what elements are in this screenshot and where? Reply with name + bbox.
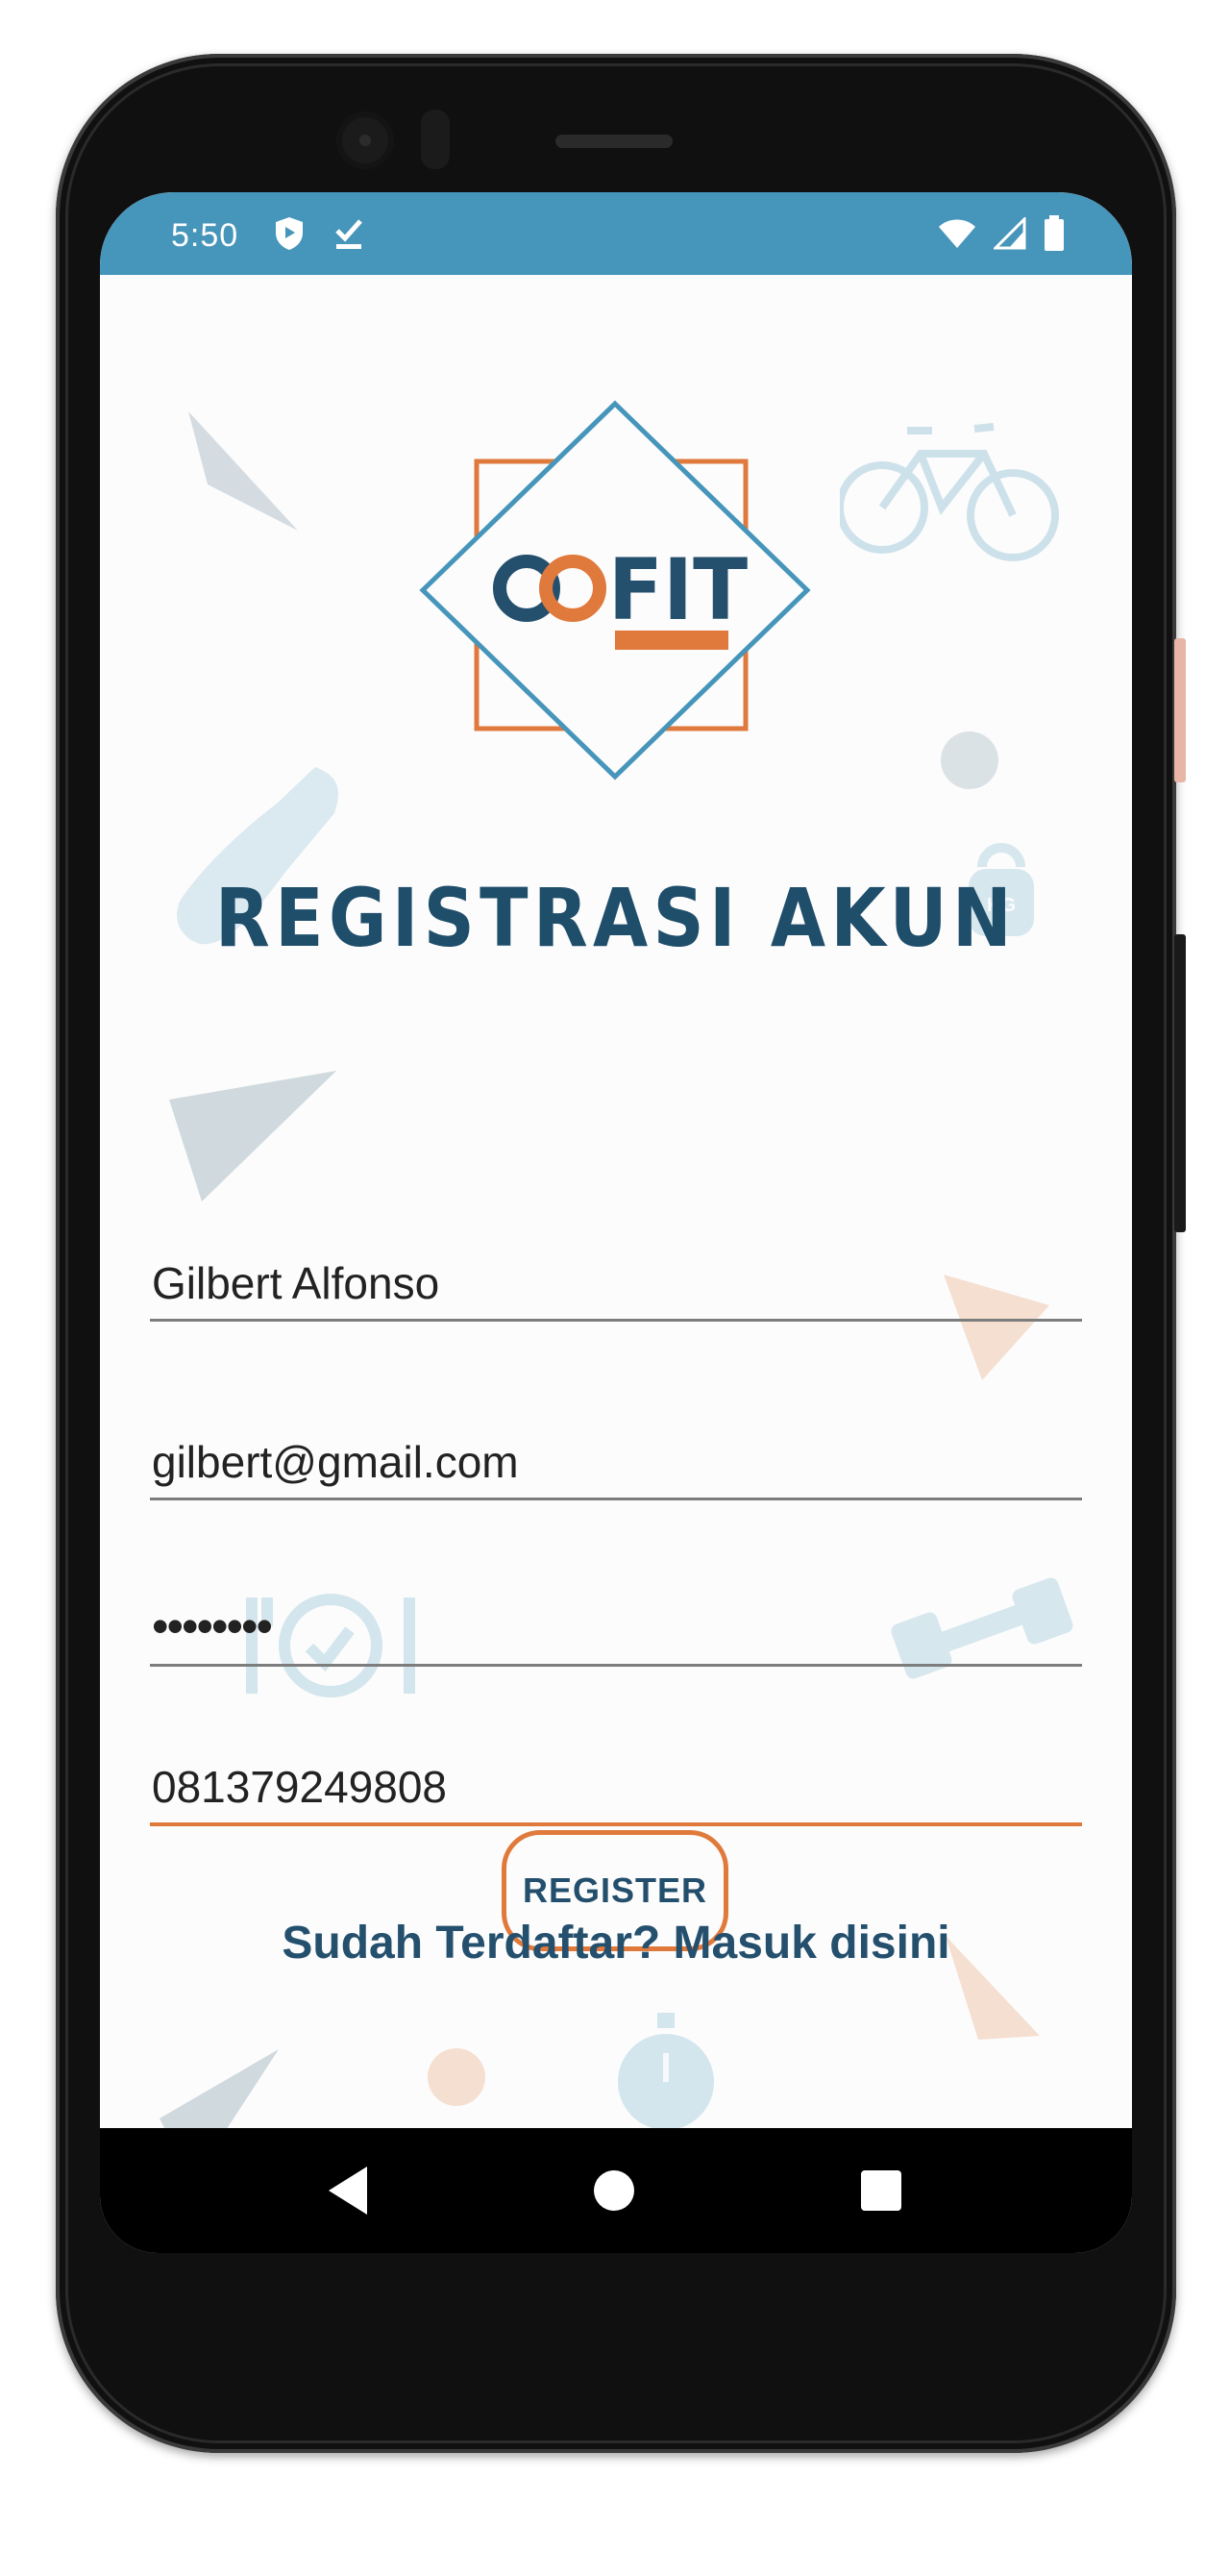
battery-icon bbox=[1044, 215, 1065, 257]
back-icon[interactable] bbox=[327, 2165, 369, 2221]
login-link[interactable]: Sudah Terdaftar? Masuk disini bbox=[100, 1917, 1132, 1969]
recent-apps-icon[interactable] bbox=[861, 2170, 901, 2211]
cofit-logo: FIT bbox=[419, 400, 811, 780]
logo-text: FIT bbox=[608, 541, 749, 640]
earpiece-speaker bbox=[555, 135, 673, 148]
password-field[interactable]: •••••••• bbox=[150, 1597, 1082, 1667]
stopwatch-icon bbox=[618, 2013, 714, 2130]
register-content: KG FIT REGISTRASI AKUN Gilbert Alfonso g… bbox=[100, 275, 1132, 2253]
phone-field-value: 081379249808 bbox=[152, 1762, 447, 1812]
name-field[interactable]: Gilbert Alfonso bbox=[150, 1251, 1082, 1322]
front-camera bbox=[336, 111, 394, 169]
app-screen: 5:50 KG FIT REGISTRASI AKUN Gilbert Alfo… bbox=[100, 192, 1132, 2253]
page-title: REGISTRASI AKUN bbox=[214, 871, 1018, 965]
power-button bbox=[1174, 638, 1186, 782]
check-download-icon bbox=[332, 215, 365, 257]
email-field-value: gilbert@gmail.com bbox=[152, 1437, 519, 1487]
bicycle-icon bbox=[840, 423, 1059, 561]
navigation-bar bbox=[100, 2128, 1132, 2253]
home-icon[interactable] bbox=[594, 2170, 634, 2211]
status-bar: 5:50 bbox=[100, 192, 1132, 275]
circle-decoration bbox=[428, 2048, 485, 2106]
name-field-value: Gilbert Alfonso bbox=[152, 1258, 440, 1308]
volume-button bbox=[1174, 934, 1186, 1232]
shield-play-icon bbox=[273, 215, 306, 257]
status-time: 5:50 bbox=[171, 217, 239, 254]
signal-icon bbox=[992, 215, 1026, 255]
wifi-icon bbox=[938, 217, 976, 255]
triangle-decoration bbox=[169, 1071, 336, 1201]
password-field-value: •••••••• bbox=[152, 1599, 273, 1653]
circle-decoration bbox=[941, 731, 998, 789]
triangle-decoration bbox=[188, 411, 298, 531]
status-right-icons bbox=[938, 215, 1065, 257]
proximity-sensor bbox=[421, 110, 450, 169]
phone-field[interactable]: 081379249808 bbox=[150, 1755, 1082, 1826]
email-field[interactable]: gilbert@gmail.com bbox=[150, 1430, 1082, 1500]
